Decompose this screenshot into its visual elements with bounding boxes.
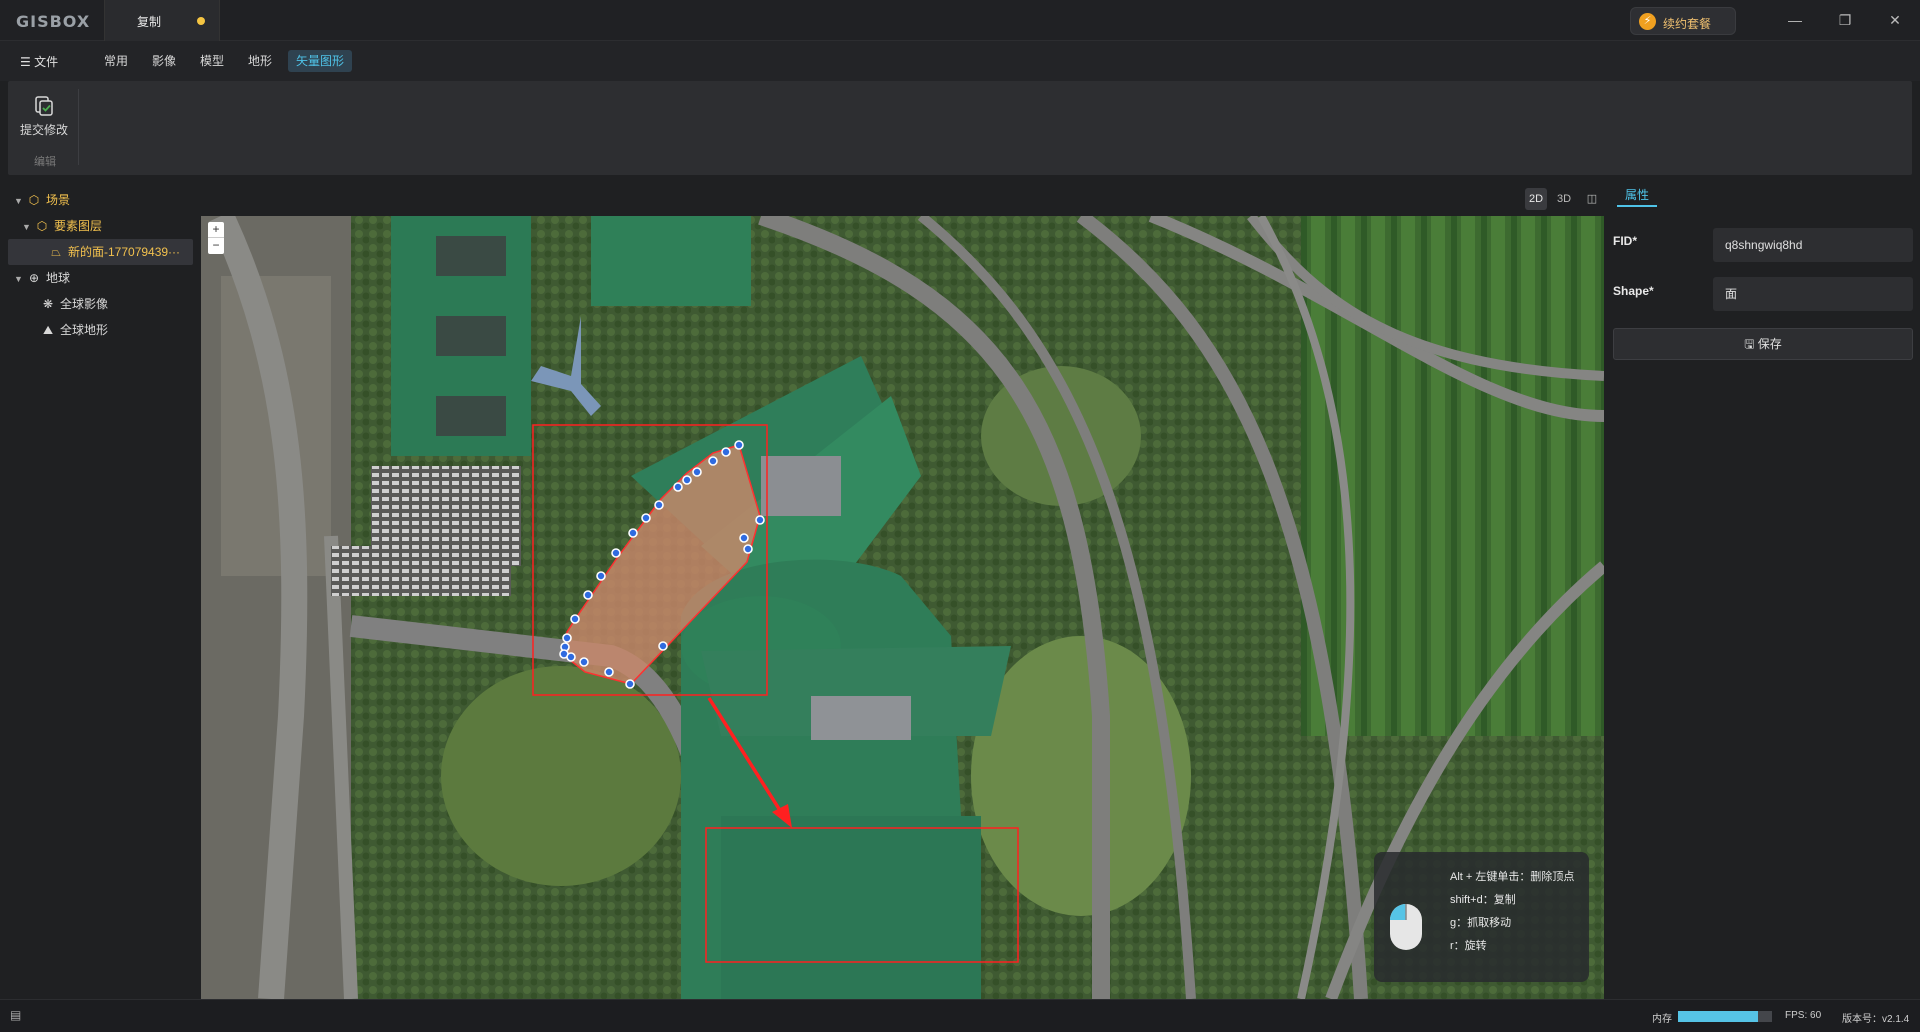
ribbon-toolbar: 提交修改 编辑 xyxy=(8,81,1912,175)
fps-indicator: FPS: 60 xyxy=(1785,1010,1822,1021)
menu-terrain[interactable]: 地形 xyxy=(240,50,280,72)
file-menu-label: 文件 xyxy=(34,55,59,69)
cube-icon: ⬡ xyxy=(28,193,40,207)
renew-plan-button[interactable]: ⚡ 续约套餐 xyxy=(1630,7,1736,35)
renew-plan-label: 续约套餐 xyxy=(1663,17,1712,31)
submit-changes-label: 提交修改 xyxy=(19,123,68,137)
layer-tree-panel: ▼ ⬡ 场景 ▼ ⬡ 要素图层 ⏢ 新的面-177079439··· ▼ ⊕ 地球 ❋ 全球影像… xyxy=(0,183,200,998)
properties-panel: 属性 FID* q8shngwiq8hd Shape* 面 🖫 保存 xyxy=(1605,183,1920,998)
view-3d-button[interactable]: 3D xyxy=(1553,188,1575,210)
fid-label: FID* xyxy=(1613,234,1637,248)
unsaved-indicator xyxy=(197,17,205,25)
file-menu[interactable]: ☰ 文件 xyxy=(20,53,58,70)
shortcut-hint-panel: Alt + 左键单击：删除顶点 shift+d：复制 g：抓取移动 r：旋转 xyxy=(1374,852,1589,982)
zoom-out-button[interactable]: − xyxy=(208,238,224,254)
submit-changes-icon xyxy=(35,96,53,116)
memory-usage-bar xyxy=(1678,1011,1772,1022)
log-icon[interactable]: ▤ xyxy=(10,1008,26,1024)
maximize-button[interactable]: ❐ xyxy=(1830,8,1860,32)
hint-grab-move: g：抓取移动 xyxy=(1450,917,1512,929)
tree-feature-layer-label: 要素图层 xyxy=(54,219,103,233)
tree-feature-layer[interactable]: ▼ ⬡ 要素图层 xyxy=(22,213,102,239)
tree-feature-item[interactable]: ⏢ 新的面-177079439··· xyxy=(8,239,193,265)
menu-imagery[interactable]: 影像 xyxy=(144,50,184,72)
fid-field[interactable]: q8shngwiq8hd xyxy=(1713,228,1913,262)
polygon-tag-icon: ⏢ xyxy=(51,245,61,259)
menu-bar: ☰ 文件 常用 影像 模型 地形 矢量图形 xyxy=(0,41,1920,81)
hamburger-icon: ☰ xyxy=(20,55,31,69)
tree-global-imagery[interactable]: ❋ 全球影像 xyxy=(40,291,108,317)
menu-common[interactable]: 常用 xyxy=(96,50,136,72)
zoom-control: + − xyxy=(208,222,224,254)
close-button[interactable]: ✕ xyxy=(1880,8,1910,32)
caret-down-icon: ▼ xyxy=(14,274,23,284)
ribbon-divider xyxy=(78,89,79,165)
tree-scene-label: 场景 xyxy=(46,193,71,207)
tree-scene[interactable]: ▼ ⬡ 场景 xyxy=(14,187,70,213)
version-label: 版本号：v2.1.4 xyxy=(1842,1014,1910,1025)
shape-field[interactable]: 面 xyxy=(1713,277,1913,311)
tree-global-terrain[interactable]: ⛰ 全球地形 xyxy=(40,317,108,343)
tree-global-imagery-label: 全球影像 xyxy=(60,297,109,311)
document-tab[interactable]: 复制 xyxy=(104,0,220,41)
zoom-in-button[interactable]: + xyxy=(208,222,224,238)
memory-label: 内存 xyxy=(1652,1014,1672,1025)
tree-globe[interactable]: ▼ ⊕ 地球 xyxy=(14,265,70,291)
submit-changes-button[interactable]: 提交修改 xyxy=(16,91,72,153)
menu-model[interactable]: 模型 xyxy=(192,50,232,72)
terrain-icon: ⛰ xyxy=(42,323,54,337)
status-bar: ▤ 内存 FPS: 60 版本号：v2.1.4 xyxy=(0,999,1920,1032)
tab-properties[interactable]: 属性 xyxy=(1617,183,1658,207)
save-icon: 🖫 xyxy=(1744,337,1755,351)
memory-usage-fill xyxy=(1678,1011,1758,1022)
minimize-button[interactable]: — xyxy=(1780,8,1810,32)
view-2d-button[interactable]: 2D xyxy=(1525,188,1547,210)
caret-down-icon: ▼ xyxy=(22,222,31,232)
globe-icon: ⊕ xyxy=(28,271,40,285)
menu-vector-graphics[interactable]: 矢量图形 xyxy=(288,50,353,72)
layer-cube-icon: ⬡ xyxy=(36,219,48,233)
tree-globe-label: 地球 xyxy=(46,271,71,285)
save-button-label: 保存 xyxy=(1757,337,1782,351)
app-logo: GISBOX xyxy=(16,12,91,31)
tree-global-terrain-label: 全球地形 xyxy=(60,323,109,337)
tree-feature-item-label: 新的面-177079439··· xyxy=(68,245,181,259)
lightning-icon: ⚡ xyxy=(1639,13,1656,30)
hint-delete-vertex: Alt + 左键单击：删除顶点 xyxy=(1450,871,1575,883)
edit-group-label: 编辑 xyxy=(34,156,56,168)
save-button[interactable]: 🖫 保存 xyxy=(1613,328,1913,360)
hint-rotate: r：旋转 xyxy=(1450,940,1487,952)
hint-duplicate: shift+d：复制 xyxy=(1450,894,1516,906)
caret-down-icon: ▼ xyxy=(14,196,23,206)
imagery-icon: ❋ xyxy=(42,297,54,311)
shape-label: Shape* xyxy=(1613,284,1654,298)
split-view-button[interactable]: ◫ xyxy=(1581,188,1603,210)
document-tab-label: 复制 xyxy=(137,15,162,29)
mouse-icon xyxy=(1390,904,1422,950)
title-bar: GISBOX 复制 ⚡ 续约套餐 — ❐ ✕ xyxy=(0,0,1920,41)
